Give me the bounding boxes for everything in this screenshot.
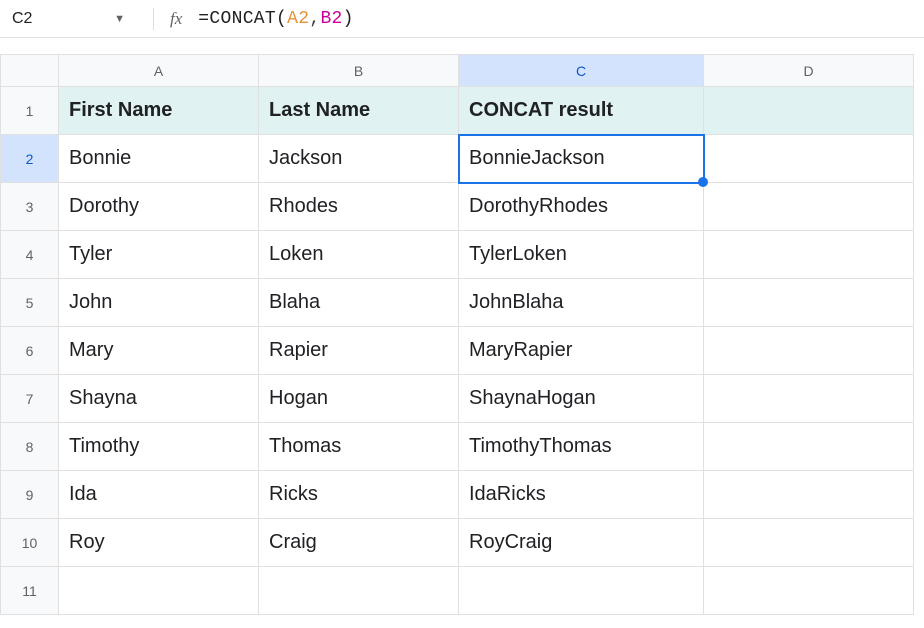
col-header-b[interactable]: B xyxy=(259,55,459,87)
cell-d4[interactable] xyxy=(704,231,914,279)
cell-b7[interactable]: Hogan xyxy=(259,375,459,423)
cell-a5[interactable]: John xyxy=(59,279,259,327)
cell-c8[interactable]: TimothyThomas xyxy=(459,423,704,471)
cell-d3[interactable] xyxy=(704,183,914,231)
row-header[interactable]: 9 xyxy=(1,471,59,519)
cell-c9[interactable]: IdaRicks xyxy=(459,471,704,519)
table-row: 2BonnieJacksonBonnieJackson xyxy=(1,135,914,183)
cell-d11[interactable] xyxy=(704,567,914,615)
cell-c6[interactable]: MaryRapier xyxy=(459,327,704,375)
select-all-corner[interactable] xyxy=(1,55,59,87)
cell-a8[interactable]: Timothy xyxy=(59,423,259,471)
table-row: 7ShaynaHoganShaynaHogan xyxy=(1,375,914,423)
row-header[interactable]: 8 xyxy=(1,423,59,471)
table-row: 3DorothyRhodesDorothyRhodes xyxy=(1,183,914,231)
cell-c2[interactable]: BonnieJackson xyxy=(459,135,704,183)
row-header[interactable]: 5 xyxy=(1,279,59,327)
cell-a2[interactable]: Bonnie xyxy=(59,135,259,183)
cell-b11[interactable] xyxy=(259,567,459,615)
formula-arg1: A2 xyxy=(287,9,309,29)
formula-input[interactable]: =CONCAT(A2,B2) xyxy=(198,9,353,29)
divider xyxy=(153,8,154,30)
cell-c4[interactable]: TylerLoken xyxy=(459,231,704,279)
row-header[interactable]: 4 xyxy=(1,231,59,279)
row-header[interactable]: 11 xyxy=(1,567,59,615)
cell-d10[interactable] xyxy=(704,519,914,567)
cell-c5[interactable]: JohnBlaha xyxy=(459,279,704,327)
cell-d6[interactable] xyxy=(704,327,914,375)
cell-c11[interactable] xyxy=(459,567,704,615)
cell-d7[interactable] xyxy=(704,375,914,423)
fx-icon: fx xyxy=(170,9,182,29)
cell-d8[interactable] xyxy=(704,423,914,471)
table-row: 9IdaRicksIdaRicks xyxy=(1,471,914,519)
formula-bar: C2 ▼ fx =CONCAT(A2,B2) xyxy=(0,0,924,38)
row-header[interactable]: 7 xyxy=(1,375,59,423)
cell-b1[interactable]: Last Name xyxy=(259,87,459,135)
cell-c3[interactable]: DorothyRhodes xyxy=(459,183,704,231)
row-header[interactable]: 6 xyxy=(1,327,59,375)
table-header-row: 1First NameLast NameCONCAT result xyxy=(1,87,914,135)
table-row: 5JohnBlahaJohnBlaha xyxy=(1,279,914,327)
column-header-row: A B C D xyxy=(1,55,914,87)
cell-a6[interactable]: Mary xyxy=(59,327,259,375)
cell-d5[interactable] xyxy=(704,279,914,327)
table-row: 6MaryRapierMaryRapier xyxy=(1,327,914,375)
cell-b2[interactable]: Jackson xyxy=(259,135,459,183)
formula-prefix: =CONCAT( xyxy=(198,9,287,29)
row-header[interactable]: 10 xyxy=(1,519,59,567)
row-header[interactable]: 3 xyxy=(1,183,59,231)
col-header-c[interactable]: C xyxy=(459,55,704,87)
cell-a3[interactable]: Dorothy xyxy=(59,183,259,231)
cell-c10[interactable]: RoyCraig xyxy=(459,519,704,567)
name-box-value: C2 xyxy=(12,10,32,28)
spacer xyxy=(0,38,924,54)
cell-a7[interactable]: Shayna xyxy=(59,375,259,423)
cell-a10[interactable]: Roy xyxy=(59,519,259,567)
cell-b9[interactable]: Ricks xyxy=(259,471,459,519)
cell-b4[interactable]: Loken xyxy=(259,231,459,279)
col-header-d[interactable]: D xyxy=(704,55,914,87)
table-row: 10RoyCraigRoyCraig xyxy=(1,519,914,567)
spreadsheet-grid[interactable]: A B C D 1First NameLast NameCONCAT resul… xyxy=(0,54,914,615)
formula-arg2: B2 xyxy=(320,9,342,29)
cell-d1[interactable] xyxy=(704,87,914,135)
table-row: 11 xyxy=(1,567,914,615)
cell-b6[interactable]: Rapier xyxy=(259,327,459,375)
cell-a1[interactable]: First Name xyxy=(59,87,259,135)
row-header[interactable]: 2 xyxy=(1,135,59,183)
cell-d9[interactable] xyxy=(704,471,914,519)
table-row: 4TylerLokenTylerLoken xyxy=(1,231,914,279)
cell-b3[interactable]: Rhodes xyxy=(259,183,459,231)
formula-comma: , xyxy=(309,9,320,29)
cell-b5[interactable]: Blaha xyxy=(259,279,459,327)
row-header[interactable]: 1 xyxy=(1,87,59,135)
table-row: 8TimothyThomasTimothyThomas xyxy=(1,423,914,471)
name-box[interactable]: C2 ▼ xyxy=(8,10,143,28)
cell-c1[interactable]: CONCAT result xyxy=(459,87,704,135)
cell-d2[interactable] xyxy=(704,135,914,183)
cell-b8[interactable]: Thomas xyxy=(259,423,459,471)
cell-b10[interactable]: Craig xyxy=(259,519,459,567)
cell-c7[interactable]: ShaynaHogan xyxy=(459,375,704,423)
spreadsheet-app: C2 ▼ fx =CONCAT(A2,B2) A B C D 1First Na… xyxy=(0,0,924,628)
cell-a4[interactable]: Tyler xyxy=(59,231,259,279)
name-box-dropdown-icon[interactable]: ▼ xyxy=(114,13,125,25)
cell-a11[interactable] xyxy=(59,567,259,615)
col-header-a[interactable]: A xyxy=(59,55,259,87)
formula-suffix: ) xyxy=(343,9,354,29)
cell-a9[interactable]: Ida xyxy=(59,471,259,519)
